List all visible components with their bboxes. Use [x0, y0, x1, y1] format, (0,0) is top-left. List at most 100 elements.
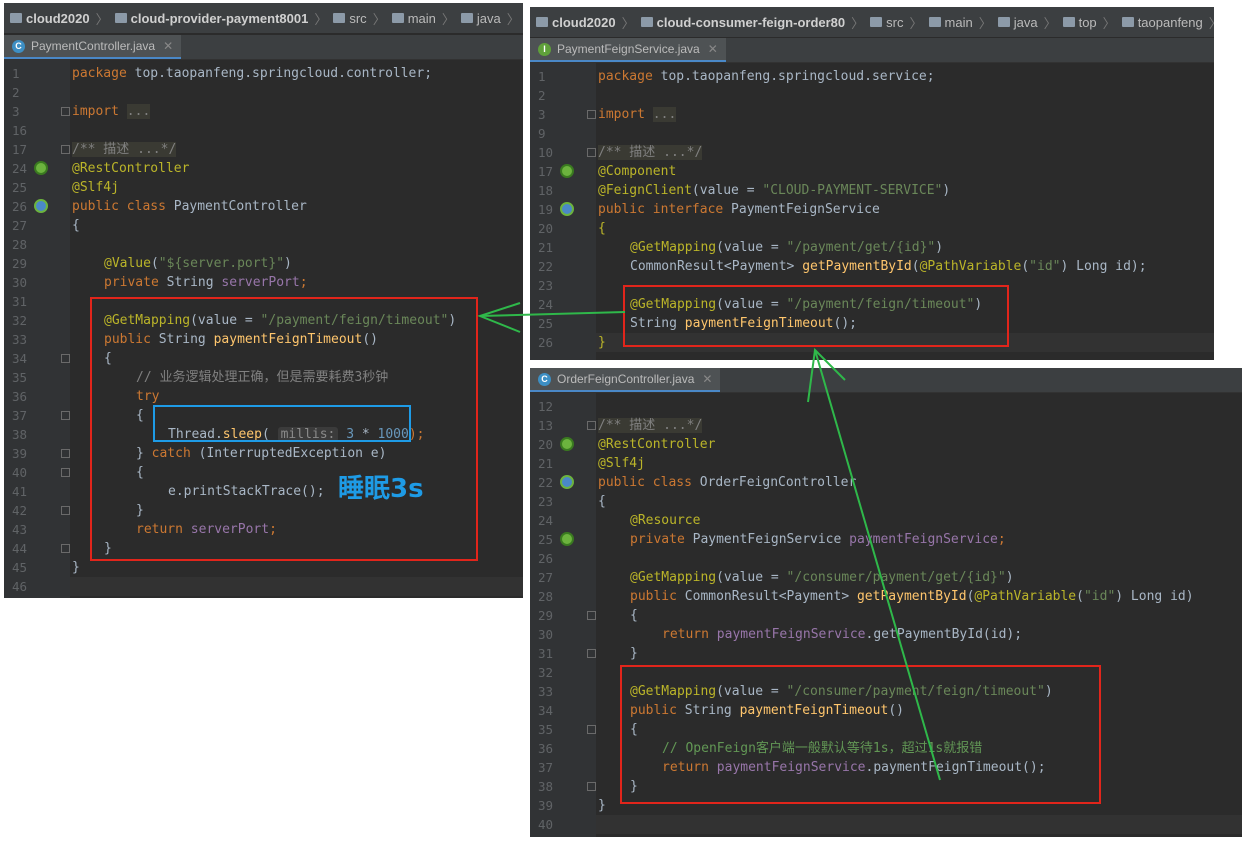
- code-line[interactable]: @RestController: [598, 435, 715, 454]
- fold-marker-icon[interactable]: [61, 145, 70, 154]
- breadcrumb-item-java[interactable]: java: [460, 11, 501, 26]
- sleep-annotation-note: 睡眠3s: [338, 474, 424, 504]
- code-token: "${server.port}": [158, 256, 285, 271]
- code-line[interactable]: }: [630, 644, 638, 663]
- code-line[interactable]: @Slf4j: [72, 178, 119, 197]
- breadcrumb-item-module[interactable]: cloud-provider-payment8001: [114, 11, 308, 26]
- code-line[interactable]: private String serverPort;: [104, 273, 308, 292]
- fold-marker-icon[interactable]: [61, 468, 70, 477]
- code-line[interactable]: /** 描述 ...*/: [598, 416, 703, 435]
- tab-payment-controller[interactable]: C PaymentController.java ✕: [4, 35, 182, 59]
- code-token: @FeignClient: [598, 183, 692, 198]
- code-line[interactable]: {: [598, 492, 606, 511]
- code-token: (value =: [716, 240, 787, 255]
- close-icon[interactable]: ✕: [708, 42, 718, 56]
- code-line[interactable]: @Slf4j: [598, 454, 645, 473]
- code-line[interactable]: {: [598, 219, 606, 238]
- code-token: ): [942, 183, 951, 198]
- line-number: 42: [12, 503, 28, 518]
- spring-class-icon[interactable]: [560, 475, 574, 489]
- editor-tab-bar: I PaymentFeignService.java ✕: [530, 38, 1214, 63]
- close-icon[interactable]: ✕: [163, 39, 173, 53]
- folder-icon: [391, 13, 404, 23]
- code-token: /** 描述 ...*/: [598, 145, 703, 160]
- line-number: 24: [538, 297, 554, 312]
- breadcrumb-item-src[interactable]: src: [333, 11, 367, 26]
- spring-bean-icon[interactable]: [560, 532, 574, 546]
- code-token: public interface: [598, 202, 724, 217]
- code-line[interactable]: @Value("${server.port}"): [104, 254, 292, 273]
- breadcrumb-item-module[interactable]: cloud-consumer-feign-order80: [640, 15, 845, 30]
- code-line[interactable]: @GetMapping(value = "/payment/get/{id}"): [630, 238, 943, 257]
- code-line[interactable]: return paymentFeignService.getPaymentByI…: [662, 625, 1022, 644]
- fold-marker-icon[interactable]: [61, 544, 70, 553]
- code-line[interactable]: {: [630, 606, 638, 625]
- code-line[interactable]: CommonResult<Payment> getPaymentById(@Pa…: [630, 257, 1147, 276]
- breadcrumb-item-top[interactable]: top: [1062, 15, 1097, 30]
- fold-marker-icon[interactable]: [587, 421, 596, 430]
- code-line[interactable]: public CommonResult<Payment> getPaymentB…: [630, 587, 1194, 606]
- breadcrumb-item-main[interactable]: main: [391, 11, 436, 26]
- code-token: OrderFeignController: [691, 475, 857, 490]
- code-token: ) Long id);: [1060, 259, 1147, 274]
- code-line[interactable]: @Component: [598, 162, 676, 181]
- code-line[interactable]: @RestController: [72, 159, 189, 178]
- code-line[interactable]: }: [72, 558, 80, 577]
- code-token: }: [72, 560, 80, 575]
- code-line[interactable]: @Resource: [630, 511, 700, 530]
- line-number: 10: [538, 145, 554, 160]
- code-line[interactable]: {: [72, 216, 80, 235]
- line-number: 40: [538, 817, 554, 832]
- code-line[interactable]: @FeignClient(value = "CLOUD-PAYMENT-SERV…: [598, 181, 950, 200]
- code-token: ;: [299, 275, 308, 290]
- code-line[interactable]: /** 描述 ...*/: [72, 140, 177, 159]
- fold-marker-icon[interactable]: [587, 725, 596, 734]
- code-line[interactable]: public interface PaymentFeignService: [598, 200, 880, 219]
- spring-class-icon[interactable]: [560, 202, 574, 216]
- spring-class-icon[interactable]: [34, 199, 48, 213]
- fold-marker-icon[interactable]: [61, 506, 70, 515]
- breadcrumb-item-java[interactable]: java: [997, 15, 1038, 30]
- fold-marker-icon[interactable]: [587, 782, 596, 791]
- breadcrumb-item-main[interactable]: main: [928, 15, 973, 30]
- code-line[interactable]: }: [598, 333, 606, 352]
- spring-bean-icon[interactable]: [560, 437, 574, 451]
- breadcrumb-item-src[interactable]: src: [870, 15, 904, 30]
- close-icon[interactable]: ✕: [702, 372, 712, 386]
- tab-order-feign-controller[interactable]: C OrderFeignController.java ✕: [530, 368, 721, 392]
- code-token: (value =: [716, 570, 787, 585]
- line-number: 39: [12, 446, 28, 461]
- breadcrumb-item-taopanfeng[interactable]: taopanfeng: [1121, 15, 1203, 30]
- tab-payment-feign-service[interactable]: I PaymentFeignService.java ✕: [530, 38, 726, 62]
- fold-marker-icon[interactable]: [587, 110, 596, 119]
- code-line[interactable]: @GetMapping(value = "/consumer/payment/g…: [630, 568, 1014, 587]
- code-token: ): [1005, 570, 1014, 585]
- code-line[interactable]: public class OrderFeignController: [598, 473, 856, 492]
- code-token: ): [935, 240, 944, 255]
- code-token: @PathVariable: [974, 589, 1077, 604]
- breadcrumb-item-cloud2020[interactable]: cloud2020: [10, 11, 90, 26]
- fold-marker-icon[interactable]: [587, 148, 596, 157]
- code-line[interactable]: package top.taopanfeng.springcloud.contr…: [72, 64, 432, 83]
- fold-marker-icon[interactable]: [61, 411, 70, 420]
- line-number: 27: [12, 218, 28, 233]
- code-line[interactable]: private PaymentFeignService paymentFeign…: [630, 530, 1006, 549]
- spring-bean-icon[interactable]: [560, 164, 574, 178]
- code-token: @GetMapping: [630, 570, 717, 585]
- fold-marker-icon[interactable]: [61, 449, 70, 458]
- fold-marker-icon[interactable]: [61, 107, 70, 116]
- code-line[interactable]: /** 描述 ...*/: [598, 143, 703, 162]
- spring-bean-icon[interactable]: [34, 161, 48, 175]
- code-line[interactable]: import ...: [598, 105, 677, 124]
- code-line[interactable]: package top.taopanfeng.springcloud.servi…: [598, 67, 935, 86]
- code-token: /** 描述 ...*/: [598, 418, 703, 433]
- fold-marker-icon[interactable]: [61, 354, 70, 363]
- breadcrumb-item-cloud2020[interactable]: cloud2020: [536, 15, 616, 30]
- code-line[interactable]: }: [598, 796, 606, 815]
- line-number: 2: [12, 85, 20, 100]
- fold-marker-icon[interactable]: [587, 611, 596, 620]
- fold-marker-icon[interactable]: [587, 649, 596, 658]
- code-line[interactable]: import ...: [72, 102, 151, 121]
- code-line[interactable]: public class PaymentController: [72, 197, 307, 216]
- folder-icon: [870, 17, 883, 27]
